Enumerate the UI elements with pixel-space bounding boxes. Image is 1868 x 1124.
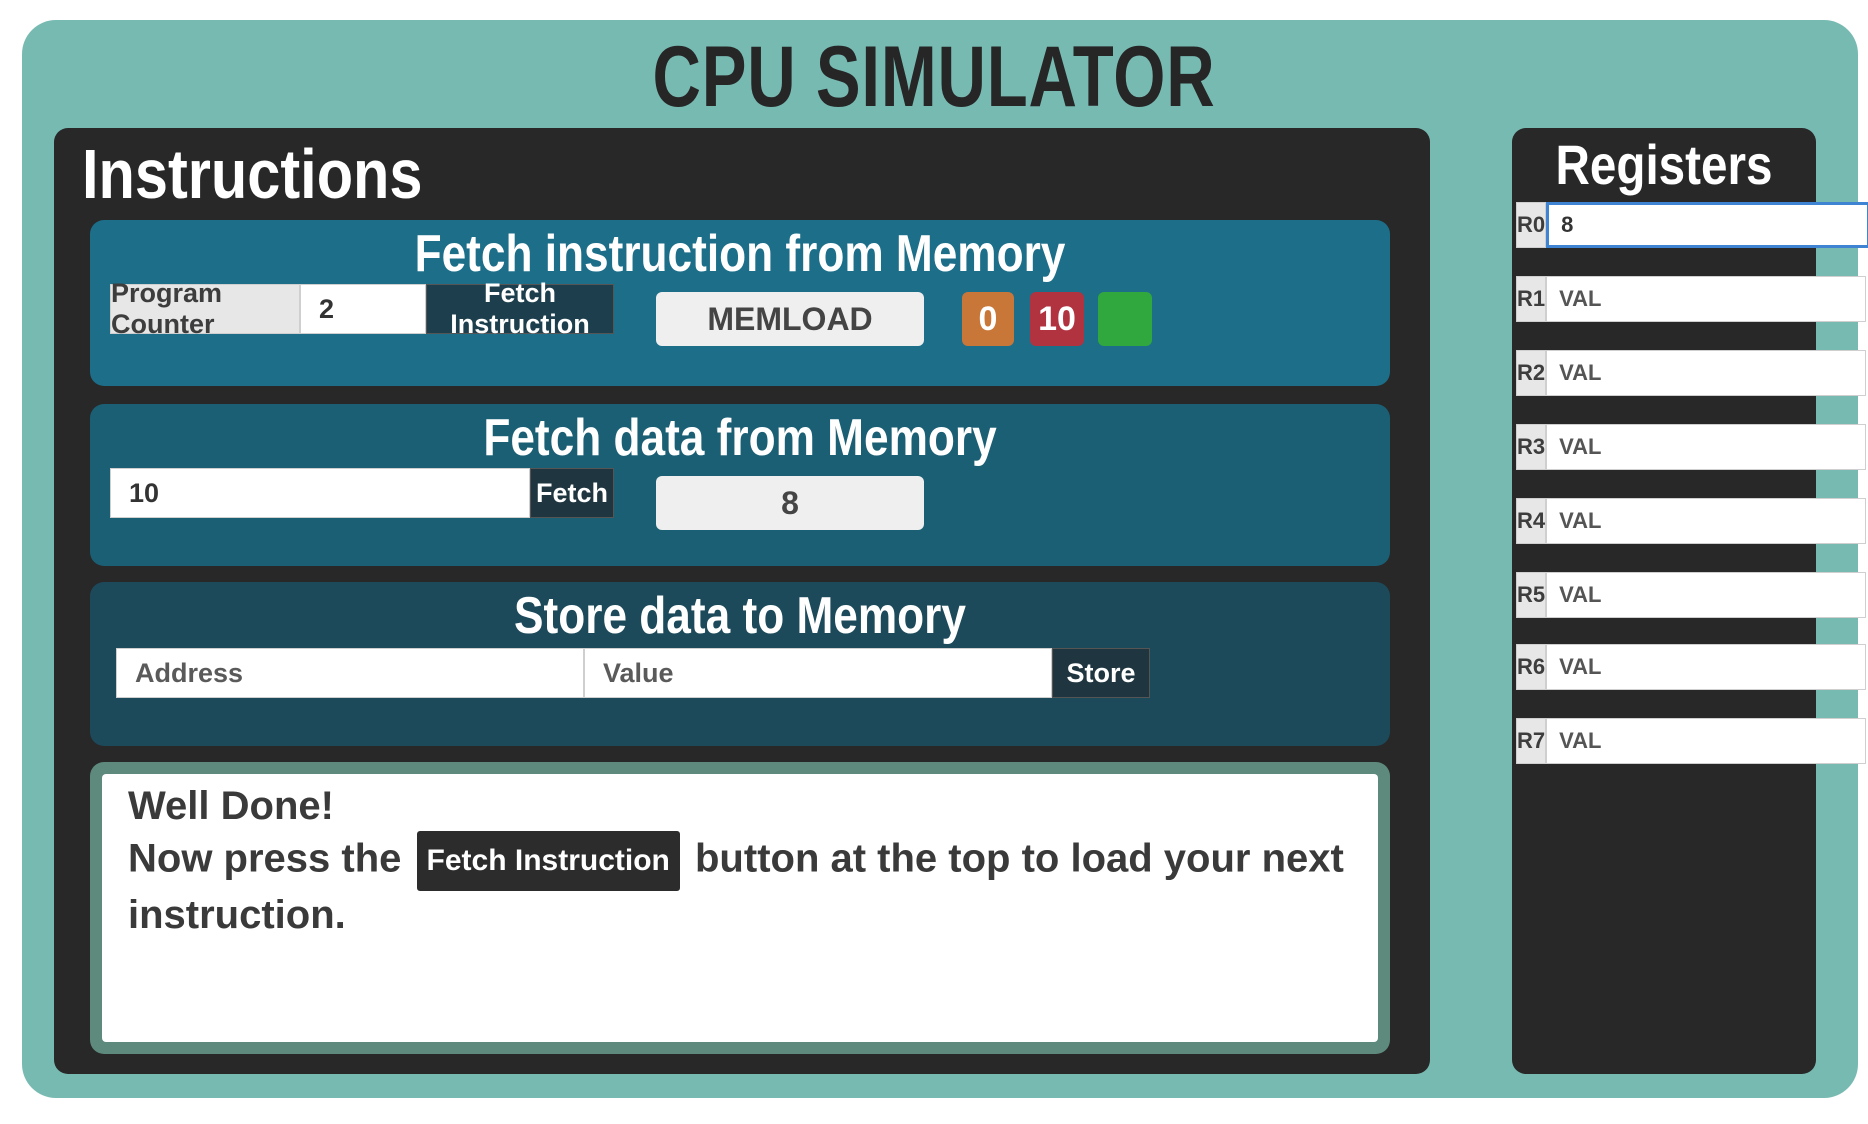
fetch-address-input[interactable] — [110, 468, 530, 518]
message-line-2: Now press the Fetch Instruction button a… — [128, 831, 1352, 891]
register-row-r0: R0 — [1516, 202, 1868, 248]
register-row-r6: R6 — [1516, 644, 1867, 690]
message-content: Well Done! Now press the Fetch Instructi… — [102, 774, 1378, 1042]
register-label: R2 — [1516, 350, 1547, 396]
message-line-3: instruction. — [128, 893, 346, 937]
register-input-r6[interactable] — [1546, 644, 1867, 690]
register-label: R0 — [1516, 202, 1547, 248]
register-input-r3[interactable] — [1546, 424, 1867, 470]
program-counter-input[interactable] — [300, 284, 426, 334]
register-row-r3: R3 — [1516, 424, 1867, 470]
fetch-instruction-button[interactable]: Fetch Instruction — [426, 278, 614, 339]
message-line-1: Well Done! — [128, 784, 334, 828]
instructions-heading: Instructions — [82, 135, 423, 213]
register-input-r5[interactable] — [1546, 572, 1867, 618]
register-label: R6 — [1516, 644, 1547, 690]
app-title: CPU SIMULATOR — [652, 29, 1216, 125]
register-input-r2[interactable] — [1546, 350, 1867, 396]
fetch-data-title: Fetch data from Memory — [483, 409, 997, 467]
inline-fetch-instruction-badge: Fetch Instruction — [416, 831, 680, 891]
register-input-r4[interactable] — [1546, 498, 1867, 544]
register-row-r7: R7 — [1516, 718, 1867, 764]
register-row-r5: R5 — [1516, 572, 1867, 618]
store-address-input[interactable] — [116, 648, 584, 698]
fetch-instruction-title: Fetch instruction from Memory — [414, 225, 1066, 283]
register-label: R4 — [1516, 498, 1547, 544]
message-line-2-post: button at the top to load your next — [695, 836, 1344, 881]
register-label: R1 — [1516, 276, 1547, 322]
store-value-input[interactable] — [584, 648, 1052, 698]
register-label: R7 — [1516, 718, 1547, 764]
message-box: Well Done! Now press the Fetch Instructi… — [90, 762, 1390, 1054]
register-input-r7[interactable] — [1546, 718, 1867, 764]
fetched-data-display: 8 — [656, 476, 924, 530]
message-line-2-pre: Now press the — [128, 836, 402, 881]
registers-panel: Registers R0 R1 R2 R3 R4 R5 R6 R7 — [1512, 128, 1868, 1074]
store-button[interactable]: Store — [1052, 648, 1150, 698]
register-row-r4: R4 — [1516, 498, 1867, 544]
register-row-r1: R1 — [1516, 276, 1867, 322]
instruction-display: MEMLOAD — [656, 292, 924, 346]
fetch-data-section: Fetch data from Memory Fetch 8 — [90, 404, 1390, 566]
register-row-r2: R2 — [1516, 350, 1867, 396]
program-counter-label: Program Counter — [110, 278, 300, 339]
registers-heading: Registers — [1555, 133, 1773, 196]
opcode-chip: 0 — [962, 292, 1014, 346]
register-label: R3 — [1516, 424, 1547, 470]
instructions-panel: Instructions Fetch instruction from Memo… — [54, 128, 1430, 1074]
fetch-button[interactable]: Fetch — [530, 468, 614, 518]
fetch-instruction-section: Fetch instruction from Memory Program Co… — [90, 220, 1390, 386]
status-chip — [1098, 292, 1152, 346]
register-label: R5 — [1516, 572, 1547, 618]
operand-chip: 10 — [1030, 292, 1084, 346]
register-input-r0[interactable] — [1546, 202, 1868, 248]
store-data-title: Store data to Memory — [514, 587, 966, 645]
store-data-section: Store data to Memory Store — [90, 582, 1390, 746]
register-input-r1[interactable] — [1546, 276, 1867, 322]
